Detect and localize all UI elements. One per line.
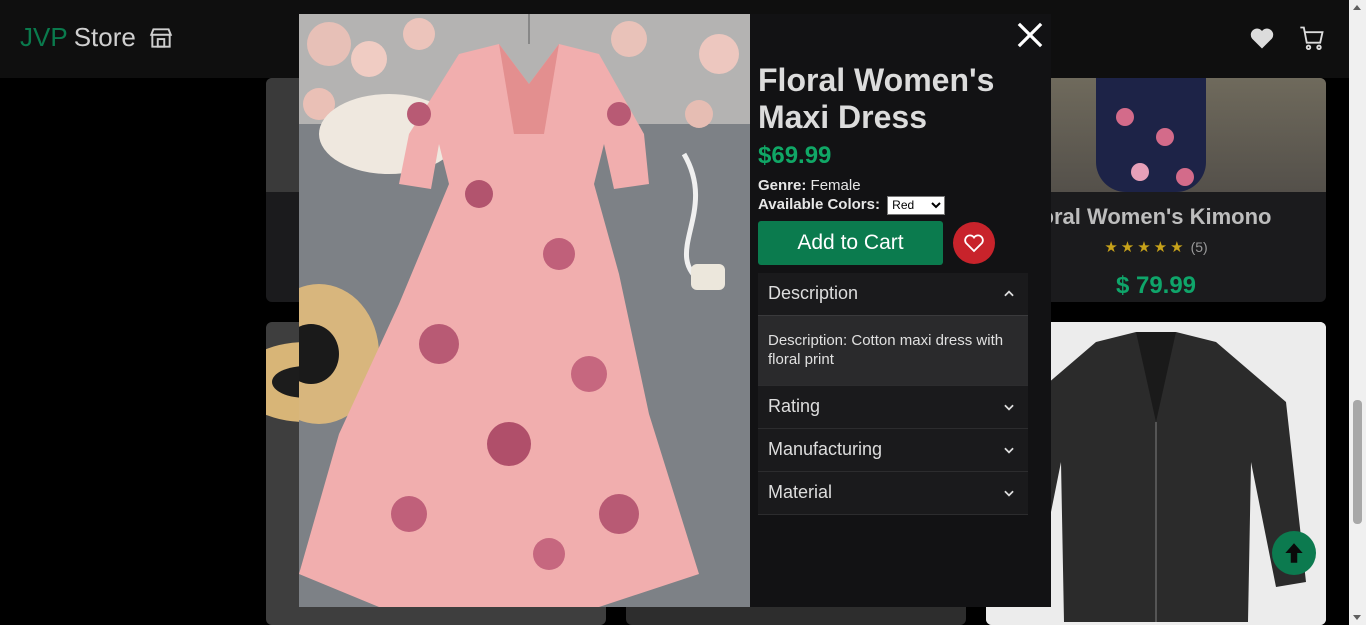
accordion-header-manufacturing[interactable]: Manufacturing bbox=[758, 429, 1028, 471]
genre-row: Genre: Female bbox=[758, 176, 1028, 195]
product-modal: Floral Women's Maxi Dress $69.99 Genre: … bbox=[299, 14, 1051, 607]
brand-secondary: Store bbox=[73, 22, 136, 52]
accordion-label: Material bbox=[768, 482, 833, 503]
chevron-down-icon bbox=[1004, 404, 1014, 411]
product-title: Floral Women's Maxi Dress bbox=[758, 62, 995, 135]
cart-icon[interactable] bbox=[1298, 24, 1326, 52]
brand-logo[interactable]: JVP Store bbox=[20, 22, 174, 53]
product-main-image bbox=[299, 14, 750, 607]
accordion-label: Description bbox=[768, 283, 859, 304]
scroll-down-arrow[interactable] bbox=[1353, 615, 1361, 620]
kimono-illustration bbox=[1096, 78, 1206, 192]
close-icon[interactable] bbox=[1015, 20, 1045, 50]
storefront-icon bbox=[149, 27, 173, 48]
scroll-up-arrow[interactable] bbox=[1353, 5, 1361, 10]
accordion-header-rating[interactable]: Rating bbox=[758, 386, 1028, 428]
product-details: Floral Women's Maxi Dress $69.99 Genre: … bbox=[758, 62, 1028, 515]
add-to-cart-button[interactable]: Add to Cart bbox=[758, 220, 943, 265]
chevron-down-icon bbox=[1004, 490, 1014, 497]
colors-row: Available Colors: Red bbox=[758, 195, 1028, 215]
genre-label: Genre: bbox=[758, 177, 807, 194]
accordion-manufacturing: Manufacturing bbox=[758, 428, 1028, 472]
colors-label: Available Colors: bbox=[758, 196, 880, 213]
heart-icon[interactable] bbox=[1248, 24, 1276, 52]
product-price: $69.99 bbox=[758, 142, 832, 169]
accordion-content-description: Description: Cotton maxi dress with flor… bbox=[758, 314, 1028, 385]
chevron-down-icon bbox=[1004, 447, 1014, 454]
heart-outline-icon bbox=[964, 234, 984, 252]
accordion-label: Manufacturing bbox=[768, 439, 883, 460]
scrollbar-thumb[interactable] bbox=[1353, 400, 1362, 524]
product-meta: Genre: Female Available Colors: Red bbox=[758, 176, 1028, 215]
arrow-up-icon bbox=[1285, 543, 1303, 563]
accordion-header-material[interactable]: Material bbox=[758, 472, 1028, 514]
page-scrollbar[interactable] bbox=[1349, 0, 1366, 625]
genre-value: Female bbox=[810, 177, 861, 194]
brand-primary: JVP bbox=[20, 22, 68, 52]
rating-count: (5) bbox=[1190, 239, 1208, 255]
product-accordion: Description Description: Cotton maxi dre… bbox=[758, 272, 1028, 515]
accordion-material: Material bbox=[758, 471, 1028, 515]
dress-illustration bbox=[299, 14, 750, 607]
accordion-header-description[interactable]: Description bbox=[758, 273, 1028, 315]
scroll-to-top-button[interactable] bbox=[1272, 531, 1316, 575]
chevron-up-icon bbox=[1004, 289, 1014, 296]
accordion-rating: Rating bbox=[758, 385, 1028, 429]
favorite-button[interactable] bbox=[953, 221, 995, 264]
color-select[interactable]: Red bbox=[887, 195, 946, 215]
accordion-description: Description Description: Cotton maxi dre… bbox=[758, 272, 1028, 386]
accordion-label: Rating bbox=[768, 396, 821, 417]
